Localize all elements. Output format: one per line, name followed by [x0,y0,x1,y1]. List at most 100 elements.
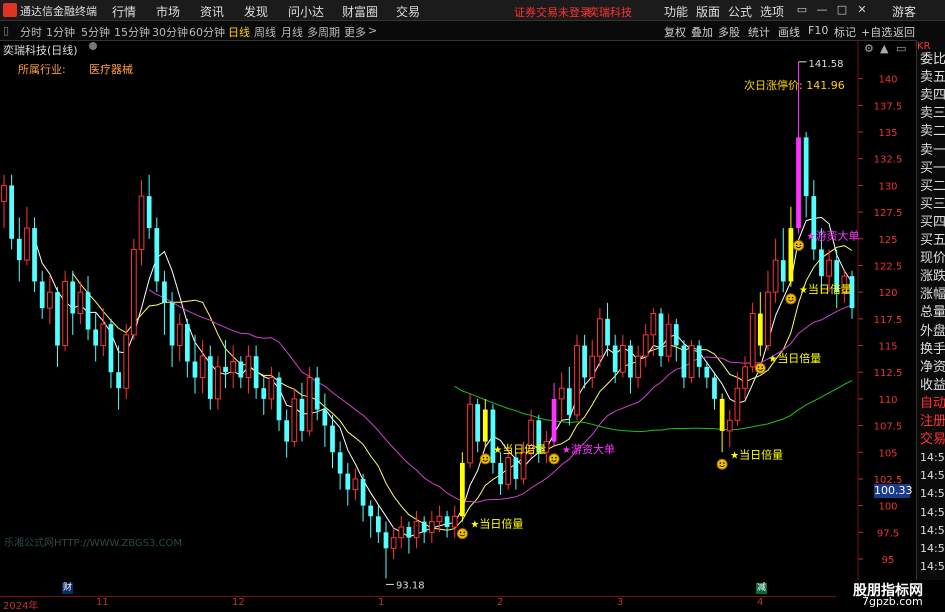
side-panel-row: 总量 [920,305,945,321]
menu-banmian[interactable]: 版面 [696,3,720,20]
restore-icon[interactable]: ▭ [896,42,906,55]
maximize-icon[interactable]: □ [834,2,850,18]
current-price-tag: 100.33 [874,484,913,498]
title-bar: 通达信金融终端 行情 市场 资讯 发现 问小达 财富圈 交易 证券交易未登录 奕… [0,0,945,21]
candle-body [77,291,84,314]
close-icon[interactable]: ✕ [854,2,870,18]
period-multi[interactable]: 多周期 [307,24,340,40]
tool-biaoji[interactable]: 标记 [834,24,856,40]
side-panel-row: 注册 [920,414,945,429]
period-30min[interactable]: 30分钟 [152,24,188,40]
side-panel-row: 卖二 [920,124,945,140]
period-60min[interactable]: 60分钟 [189,24,225,40]
smiley-icon [793,239,805,251]
candle-body [192,361,198,378]
candle-body [230,361,237,373]
candle-body [398,526,405,539]
tool-diejia[interactable]: 叠加 [691,24,713,40]
smiley-icon [456,528,468,540]
period-fenshi[interactable]: 分时 [20,24,42,40]
minimize-icon[interactable]: ▭ [794,2,810,18]
candle-body [352,478,359,491]
login-warning[interactable]: 证券交易未登录 [514,4,591,20]
tool-f10[interactable]: F10 [808,24,828,37]
period-5min[interactable]: 5分钟 [81,24,110,40]
candle-body [605,318,610,346]
y-tick-label: 130 [878,181,897,192]
side-panel-row: 涨幅 [920,287,945,303]
menu-gongneng[interactable]: 功能 [664,3,688,20]
side-panel-row: 14:56 [920,523,945,537]
tool-add-favorite[interactable]: +自选 [861,24,892,40]
side-panel-row: 买二 [920,178,945,194]
side-panel-row: 收益 [920,377,945,393]
x-label-dec: 12 [232,597,245,608]
candle-body [460,462,465,517]
tool-fuquan[interactable]: 复权 [664,24,686,40]
y-tick-label: 122.5 [874,261,903,272]
side-panel-row: 卖五 [920,70,945,86]
period-1min[interactable]: 1分钟 [46,24,75,40]
candle-body [582,345,587,378]
signal-star: ★ [730,450,739,461]
menu-hangqing[interactable]: 行情 [112,3,136,20]
smiley-eye [459,531,462,534]
side-panel-row: 现价 [920,251,945,267]
menu-caifuquan[interactable]: 财富圈 [342,3,378,20]
x-label-mar: 3 [617,597,624,608]
tool-duogu[interactable]: 多股 [718,24,740,40]
side-panel-row: 14:56 [920,559,945,573]
signal-star: ★ [493,445,502,456]
period-daily[interactable]: 日线 [228,24,250,40]
menu-gongshi[interactable]: 公式 [728,3,752,20]
menu-wenxiaoda[interactable]: 问小达 [288,3,324,20]
event-marker-jian[interactable]: 减 [756,583,767,594]
gear-icon[interactable]: ⚙ [864,42,874,55]
watermark: 乐湘公式网HTTP://WWW.ZBGS3.COM [4,538,183,549]
candle-body [162,281,167,303]
side-panel-row: 卖一 [920,142,945,158]
candle-body [658,313,664,357]
candle-body [146,196,152,229]
tool-tongji[interactable]: 统计 [748,24,770,40]
menu-faxian[interactable]: 发现 [244,3,268,20]
period-more[interactable]: 更多 [344,24,366,40]
candle-body [245,355,252,379]
chevron-right-icon[interactable]: > [368,24,377,37]
period-15min[interactable]: 15分钟 [114,24,150,40]
candle-body [261,388,267,399]
x-label-jan: 1 [378,597,385,608]
period-monthly[interactable]: 月线 [281,24,303,40]
menu-xuanxiang[interactable]: 选项 [760,3,784,20]
menu-shichang[interactable]: 市场 [156,3,180,20]
side-panel-row: 卖四 [920,88,945,104]
signal-star: ★ [799,285,808,296]
tool-back[interactable]: 返回 [893,24,915,40]
candle-body [345,473,351,490]
candle-body [299,398,305,431]
candle-body [467,403,473,464]
signal-star: ★ [470,520,479,531]
expand-icon[interactable]: ▲ [880,42,888,55]
menu-jiaoyi[interactable]: 交易 [396,3,420,20]
candle-body [673,324,679,346]
candle-body [803,137,809,197]
event-marker-cai[interactable]: 财 [62,583,73,594]
candlestick-chart[interactable]: 9597.5100102.5105107.5110112.5115117.512… [0,40,916,596]
candle-body [765,291,771,347]
smiley-eye [723,462,725,464]
period-weekly[interactable]: 周线 [254,24,276,40]
toolbar-left-icon[interactable]: ▯ [3,24,9,37]
tool-huaxian[interactable]: 画线 [778,24,800,40]
candle-body [46,291,53,309]
candle-body [39,281,45,309]
candle-body [375,516,381,533]
menu-zixun[interactable]: 资讯 [200,3,224,20]
candle-body [726,419,733,432]
minimize-button-icon[interactable]: — [814,2,830,18]
candle-body [291,398,298,443]
candle-body [681,345,687,378]
settings-dot-icon[interactable] [89,42,97,50]
guest-label[interactable]: 游客 [892,3,916,20]
smiley-eye [482,456,485,459]
